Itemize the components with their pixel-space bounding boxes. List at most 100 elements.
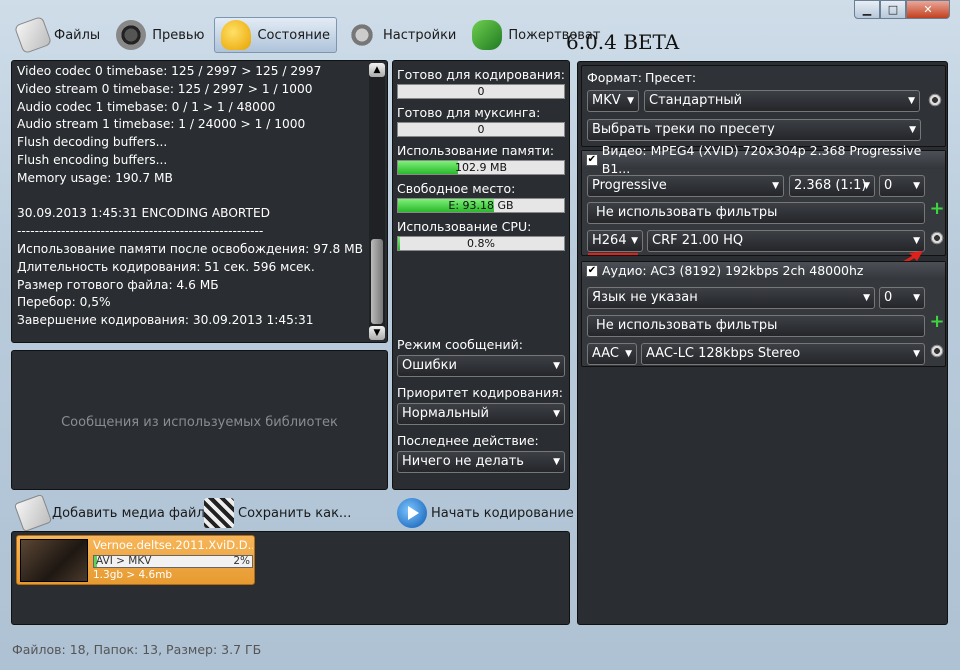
audio-codec-preset-value: AAC-LC 128kbps Stereo <box>646 346 801 361</box>
scroll-thumb[interactable] <box>371 239 383 324</box>
memory-label: Использование памяти: <box>397 143 555 158</box>
video-track-header: ✔ Видео: MPEG4 (XVID) 720x304p 2.368 Pro… <box>582 143 945 176</box>
add-media-button[interactable]: Добавить медиа файл <box>13 493 205 533</box>
film-reel-icon <box>116 20 147 50</box>
cpu-bar: 0.8% <box>397 236 565 251</box>
memory-value: 102.9 MB <box>454 161 508 174</box>
preview-tab[interactable]: Превью <box>110 17 210 53</box>
audio-codec-select[interactable]: AAC ▼ <box>587 343 637 365</box>
select-tracks-button[interactable]: Выбрать треки по пресету ▼ <box>587 119 921 141</box>
video-filters-value: Не использовать фильтры <box>596 205 778 220</box>
files-tab[interactable]: Файлы <box>12 15 106 55</box>
container-select[interactable]: MKV ▼ <box>587 90 639 112</box>
chevron-down-icon: ▼ <box>553 457 560 467</box>
preset-select[interactable]: Стандартный ▼ <box>644 90 920 112</box>
close-button[interactable]: ✕ <box>906 0 950 19</box>
clapper-icon <box>204 498 234 528</box>
gears-icon <box>346 20 377 50</box>
start-encoding-button[interactable]: Начать кодирование <box>397 498 574 528</box>
audio-filters-field[interactable]: Не использовать фильтры <box>587 315 925 337</box>
chevron-down-icon: ▼ <box>625 349 632 359</box>
audio-language-value: Язык не указан <box>592 290 698 305</box>
select-tracks-label: Выбрать треки по пресету <box>592 122 775 137</box>
files-icon <box>13 15 53 55</box>
audio-codec-value: AAC <box>592 346 619 361</box>
video-codec-value: H264 <box>592 233 627 248</box>
ready-mux-bar: 0 <box>397 122 565 137</box>
preset-settings-icon[interactable] <box>927 92 943 108</box>
add-filter-icon[interactable]: + <box>929 313 945 331</box>
annotation-underline <box>588 253 638 255</box>
video-track-checkbox[interactable]: ✔ <box>586 154 598 166</box>
save-as-button[interactable]: Сохранить как... <box>204 498 351 528</box>
format-box: Формат: Пресет: MKV ▼ Стандартный ▼ Выбрат… <box>581 65 946 147</box>
chevron-down-icon: ▼ <box>913 293 920 303</box>
queue-progress-bar: AVI > MKV 2% <box>93 555 253 568</box>
audio-track-checkbox[interactable]: ✔ <box>586 265 598 277</box>
hard-hat-icon <box>221 20 252 50</box>
chevron-down-icon: ▼ <box>553 409 560 419</box>
container-value: MKV <box>592 93 621 108</box>
audio-language-select[interactable]: Язык не указан ▼ <box>587 287 875 309</box>
video-filters-field[interactable]: Не использовать фильтры <box>587 202 925 224</box>
video-codec-select[interactable]: H264 ▼ <box>587 230 643 252</box>
cpu-value: 0.8% <box>467 237 495 250</box>
audio-track-title: Аудио: AC3 (8192) 192kbps 2ch 48000hz <box>602 263 864 278</box>
settings-tab-label: Настройки <box>382 27 457 43</box>
audio-index-select[interactable]: 0 ▼ <box>879 287 925 309</box>
log-text: Video codec 0 timebase: 125 / 2997 > 125… <box>17 64 363 328</box>
cpu-fill <box>398 237 400 250</box>
status-tab[interactable]: Состояние <box>214 17 337 53</box>
free-space-label: Свободное место: <box>397 181 516 196</box>
status-bar: Файлов: 18, Папок: 13, Размер: 3.7 ГБ <box>12 642 262 657</box>
save-as-label: Сохранить как... <box>238 505 352 521</box>
video-index-value: 0 <box>884 178 893 193</box>
priority-select[interactable]: Нормальный ▼ <box>397 403 565 425</box>
chevron-down-icon: ▼ <box>627 96 634 106</box>
audio-codec-preset-select[interactable]: AAC-LC 128kbps Stereo ▼ <box>641 343 925 365</box>
version-label: 6.0.4 BETA <box>566 30 680 54</box>
settings-tab[interactable]: Настройки <box>341 17 462 53</box>
video-scan-select[interactable]: Progressive ▼ <box>587 175 784 197</box>
audio-track-header: ✔ Аудио: AC3 (8192) 192kbps 2ch 48000hz <box>582 262 945 280</box>
add-media-label: Добавить медиа файл <box>52 505 205 521</box>
chevron-down-icon: ▼ <box>553 361 560 371</box>
action-bar: Добавить медиа файл Сохранить как... Нач… <box>13 493 574 533</box>
ready-mux-value: 0 <box>477 123 485 136</box>
preview-tab-label: Превью <box>152 27 205 43</box>
video-codec-preset-value: CRF 21.00 HQ <box>652 233 744 248</box>
start-encoding-label: Начать кодирование <box>431 505 574 521</box>
ready-mux-label: Готово для муксинга: <box>397 105 541 120</box>
title-bar: ▁ □ ✕ <box>0 0 960 19</box>
video-aspect-select[interactable]: 2.368 (1:1) ▼ <box>789 175 875 197</box>
video-index-select[interactable]: 0 ▼ <box>879 175 925 197</box>
message-mode-label: Режим сообщений: <box>397 337 523 352</box>
audio-codec-settings-icon[interactable] <box>929 343 945 359</box>
scroll-down-icon[interactable]: ▼ <box>369 326 385 340</box>
queue-item[interactable]: Vernoe.deltse.2011.XviD.D... AVI > MKV 2… <box>16 535 255 585</box>
format-label: Формат: <box>587 70 642 85</box>
message-mode-select[interactable]: Ошибки ▼ <box>397 355 565 377</box>
queue-percent: 2% <box>233 555 250 567</box>
last-action-select[interactable]: Ничего не делать ▼ <box>397 451 565 473</box>
queue-item-name: Vernoe.deltse.2011.XviD.D... <box>93 538 253 552</box>
log-scrollbar[interactable]: ▲ ▼ <box>369 63 385 340</box>
preset-label: Пресет: <box>645 70 697 85</box>
chevron-down-icon: ▼ <box>863 181 870 191</box>
log-panel: Video codec 0 timebase: 125 / 2997 > 125… <box>11 60 388 343</box>
priority-label: Приоритет кодирования: <box>397 385 563 400</box>
video-track-title: Видео: MPEG4 (XVID) 720x304p 2.368 Progr… <box>601 143 922 176</box>
minimize-button[interactable]: ▁ <box>854 0 880 19</box>
add-filter-icon[interactable]: + <box>929 200 945 218</box>
queue-size: 1.3gb > 4.6mb <box>93 569 173 581</box>
priority-value: Нормальный <box>402 406 489 421</box>
stats-panel: Готово для кодирования: 0 Готово для мук… <box>392 60 570 490</box>
scroll-up-icon[interactable]: ▲ <box>369 63 385 77</box>
ready-encode-bar: 0 <box>397 84 565 99</box>
video-track-box: ✔ Видео: MPEG4 (XVID) 720x304p 2.368 Pro… <box>581 143 946 256</box>
codec-settings-icon[interactable] <box>929 230 945 246</box>
maximize-button[interactable]: □ <box>880 0 906 19</box>
preset-value: Стандартный <box>649 93 743 108</box>
memory-fill <box>398 161 458 174</box>
chevron-down-icon: ▼ <box>863 293 870 303</box>
